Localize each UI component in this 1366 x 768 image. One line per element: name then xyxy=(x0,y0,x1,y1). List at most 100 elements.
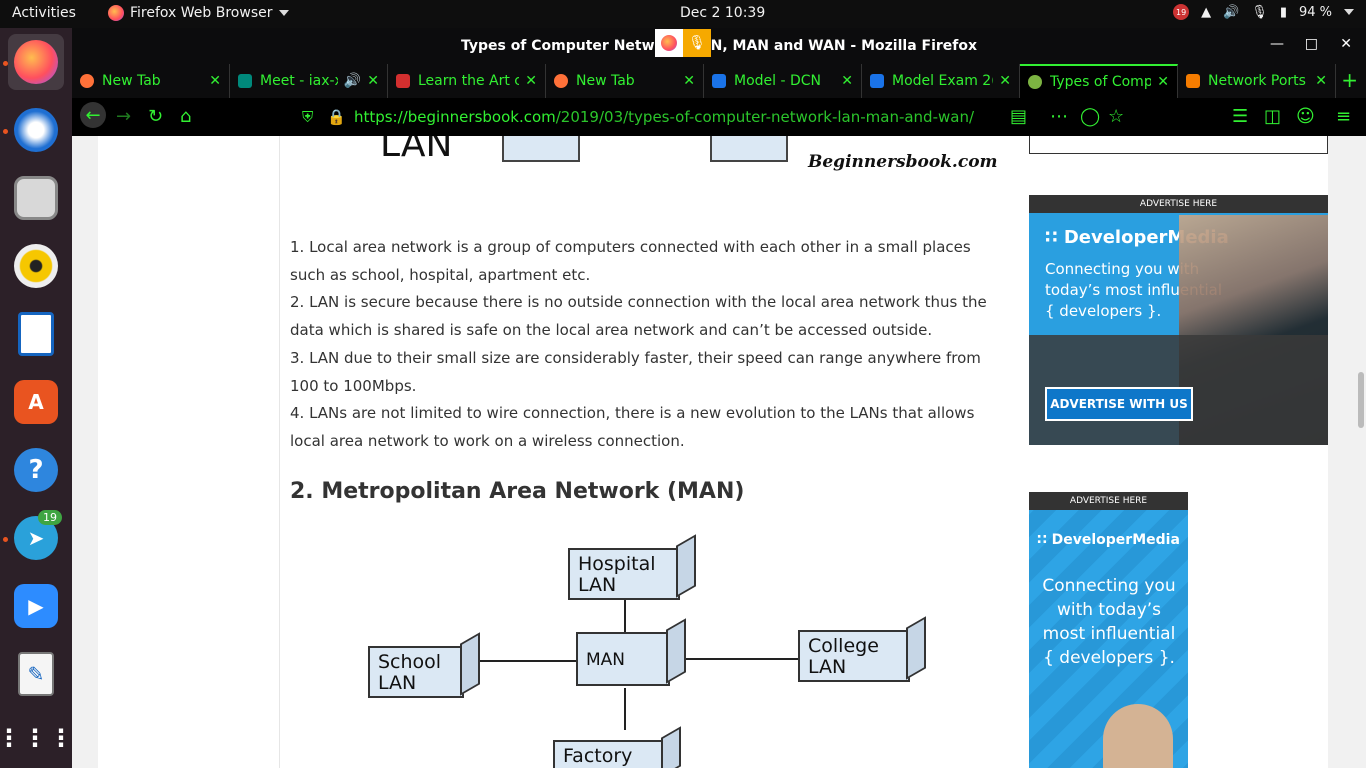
ad-banner-2[interactable]: ADVERTISE HERE ∷ DeveloperMedia Connecti… xyxy=(1029,492,1188,768)
dock-software[interactable]: A xyxy=(8,374,64,430)
connector-line xyxy=(672,658,798,660)
ad-header: ADVERTISE HERE xyxy=(1029,195,1328,213)
dock-thunderbird[interactable] xyxy=(3,102,64,158)
clock[interactable]: Dec 2 10:39 xyxy=(680,5,765,21)
home-button[interactable]: ⌂ xyxy=(180,106,191,127)
grid-icon: ⋮⋮⋮ xyxy=(0,724,75,752)
reload-button[interactable]: ↻ xyxy=(148,106,163,127)
battery-percent: 94 % xyxy=(1298,4,1332,20)
hospital-lan-node: Hospital LAN xyxy=(568,548,680,600)
sidebar-icon[interactable]: ◫ xyxy=(1264,106,1281,127)
dock-files[interactable] xyxy=(8,170,64,226)
page-scrollbar[interactable] xyxy=(1356,136,1366,768)
close-icon[interactable]: ✕ xyxy=(367,73,379,89)
node-label: Factory xyxy=(563,745,633,767)
new-tab-button[interactable]: + xyxy=(1341,68,1358,92)
url-path: /2019/03/types-of-computer-network-lan-m… xyxy=(555,108,975,126)
firefox-icon xyxy=(108,5,124,21)
ad-banner-1[interactable]: ADVERTISE HERE ∷ DeveloperMedia Connecti… xyxy=(1029,195,1328,445)
lan-diagram-label: LAN xyxy=(380,136,453,165)
navigation-toolbar: ← → ↻ ⌂ ⛨ 🔒 https://beginnersbook.com/20… xyxy=(72,98,1366,136)
firefox-icon xyxy=(14,40,58,84)
ad-brand: ∷ DeveloperMedia xyxy=(1037,532,1180,548)
tab-types-of-computer-network[interactable]: Types of Comp ✕ xyxy=(1020,64,1178,98)
back-arrow-icon: ← xyxy=(85,104,101,126)
close-icon[interactable]: ✕ xyxy=(1315,73,1327,89)
tab-favicon xyxy=(238,74,252,88)
files-icon xyxy=(14,176,58,220)
close-icon[interactable]: ✕ xyxy=(1157,74,1169,90)
dock-telegram[interactable]: ➤ 19 xyxy=(3,510,64,566)
dock-help[interactable]: ? xyxy=(8,442,64,498)
window-title: Types of Computer Network: LAN, MAN and … xyxy=(460,38,978,54)
tab-label: New Tab xyxy=(576,73,635,89)
ad-header: ADVERTISE HERE xyxy=(1029,492,1188,510)
forward-button[interactable]: → xyxy=(116,106,131,127)
lan-point-4: 4. LANs are not limited to wire connecti… xyxy=(290,404,975,450)
lock-icon[interactable]: 🔒 xyxy=(327,108,346,126)
tab-network-ports[interactable]: Network Ports ✕ xyxy=(1178,64,1336,98)
scrollbar-thumb[interactable] xyxy=(1358,372,1364,428)
tab-label: Network Ports xyxy=(1208,73,1306,89)
node-label: MAN xyxy=(586,650,626,670)
account-icon[interactable]: ☺ xyxy=(1296,106,1315,127)
close-icon[interactable]: ✕ xyxy=(683,73,695,89)
tab-label: Types of Comp xyxy=(1050,74,1152,90)
window-titlebar[interactable]: Types of Computer Network: LAN, MAN and … xyxy=(72,28,1366,64)
close-icon[interactable]: ✕ xyxy=(999,73,1011,89)
maximize-icon[interactable]: □ xyxy=(1305,36,1318,52)
sharing-indicator[interactable]: 🎙 xyxy=(655,29,711,57)
close-icon[interactable]: ✕ xyxy=(841,73,853,89)
page-actions-icon[interactable]: ⋯ xyxy=(1050,106,1068,127)
help-icon: ? xyxy=(14,448,58,492)
bookmark-star-icon[interactable]: ☆ xyxy=(1108,106,1124,127)
hamburger-menu-icon[interactable]: ≡ xyxy=(1336,106,1351,127)
writer-icon xyxy=(18,312,54,356)
speaker-icon[interactable]: 🔊 xyxy=(344,73,361,89)
wifi-icon: ▲ xyxy=(1201,4,1212,20)
page-viewport[interactable]: LAN Beginnersbook.com 1. Local area netw… xyxy=(72,136,1366,768)
dock-text-editor[interactable]: ✎ xyxy=(8,646,64,702)
minimize-icon[interactable]: — xyxy=(1270,36,1284,52)
tab-label: Learn the Art c xyxy=(418,73,520,89)
text-editor-icon: ✎ xyxy=(18,652,54,696)
tab-model-exam[interactable]: Model Exam 2( ✕ xyxy=(862,64,1020,98)
lan-point-2: 2. LAN is secure because there is no out… xyxy=(290,293,987,339)
dock-rhythmbox[interactable] xyxy=(8,238,64,294)
notification-icon: 19 xyxy=(1173,4,1190,20)
node-label: School LAN xyxy=(378,651,442,694)
connector-line xyxy=(624,600,626,634)
close-icon[interactable]: ✕ xyxy=(525,73,537,89)
dock-writer[interactable] xyxy=(8,306,64,362)
tab-learn-the-art[interactable]: Learn the Art c ✕ xyxy=(388,64,546,98)
sidebar-widget-bottom xyxy=(1029,136,1328,154)
dock-zoom[interactable]: ▶ xyxy=(8,578,64,634)
dock-firefox[interactable] xyxy=(3,34,64,90)
reader-view-icon[interactable]: ▤ xyxy=(1010,106,1027,127)
show-applications-button[interactable]: ⋮⋮⋮ xyxy=(0,710,75,766)
system-tray[interactable]: 19 ▲ 🔊 🎙 ▮ 94 % xyxy=(1173,4,1354,20)
url-host: https://beginnersbook.com xyxy=(353,108,556,126)
software-center-icon: A xyxy=(14,380,58,424)
tab-new-tab[interactable]: New Tab ✕ xyxy=(72,64,230,98)
activities-button[interactable]: Activities xyxy=(12,5,76,21)
tab-new-tab-2[interactable]: New Tab ✕ xyxy=(546,64,704,98)
running-indicator xyxy=(3,537,8,542)
back-button[interactable]: ← xyxy=(80,102,106,128)
advertise-with-us-button[interactable]: ADVERTISE WITH US xyxy=(1045,387,1193,421)
system-top-bar: Activities Firefox Web Browser Dec 2 10:… xyxy=(0,0,1366,28)
app-menu[interactable]: Firefox Web Browser xyxy=(108,5,289,21)
tracking-shield-icon[interactable]: ⛨ xyxy=(302,108,313,126)
close-icon[interactable]: ✕ xyxy=(1340,36,1352,52)
library-icon[interactable]: ☰ xyxy=(1232,106,1248,127)
developermedia-logo-icon: ∷ xyxy=(1045,227,1058,248)
left-sidebar xyxy=(98,136,280,768)
tab-meet[interactable]: Meet - iax-x 🔊 ✕ xyxy=(230,64,388,98)
url-bar[interactable]: ⛨ 🔒 https://beginnersbook.com/2019/03/ty… xyxy=(302,104,1112,130)
pocket-icon[interactable]: ◯ xyxy=(1080,106,1100,127)
tab-model-dcn[interactable]: Model - DCN ✕ xyxy=(704,64,862,98)
school-lan-node: School LAN xyxy=(368,646,464,698)
ad-brand-text: DeveloperMedia xyxy=(1051,532,1180,548)
close-icon[interactable]: ✕ xyxy=(209,73,221,89)
developermedia-logo-icon: ∷ xyxy=(1037,532,1047,548)
